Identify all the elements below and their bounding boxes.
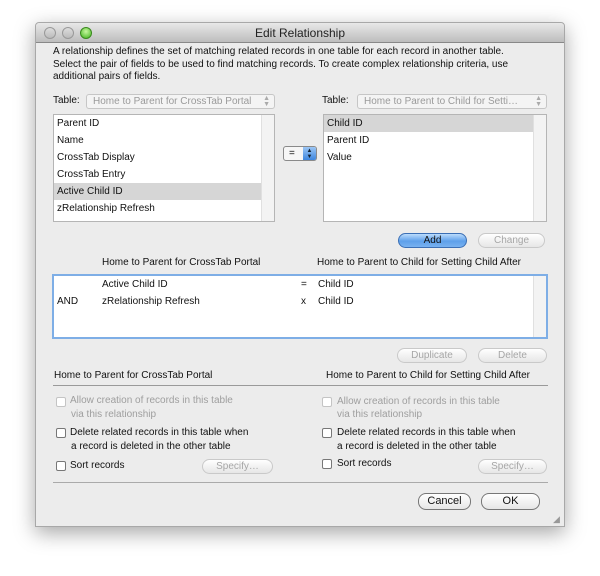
left-table-value: Home to Parent for CrossTab Portal [93,96,252,107]
delete-related-label: Delete related records in this table whe… [337,427,516,438]
cancel-button[interactable]: Cancel [418,493,471,510]
delete-button[interactable]: Delete [478,348,547,363]
scrollbar[interactable] [533,115,546,221]
resize-grip-icon[interactable]: ◢ [553,514,560,525]
window-title: Edit Relationship [254,26,346,40]
description-text: A relationship defines the set of matchi… [53,46,508,84]
right-table-label: Table: [322,95,349,106]
description-line: A relationship defines the set of matchi… [53,46,504,57]
list-item-selected[interactable]: Active Child ID [54,183,261,200]
criteria-row[interactable]: Active Child ID = Child ID [54,277,534,294]
right-field-list[interactable]: Child ID Parent ID Value [323,114,547,222]
operator-popup[interactable]: = ▲ ▼ [283,146,317,161]
criteria-list[interactable]: Active Child ID = Child ID AND zRelation… [52,274,548,339]
right-options-title: Home to Parent to Child for Setting Chil… [326,370,530,381]
sort-records-label: Sort records [337,458,392,469]
list-item[interactable]: zRelationship Refresh [54,200,274,217]
right-table-value: Home to Parent to Child for Setti… [364,96,518,107]
left-field-list[interactable]: Parent ID Name CrossTab Display CrossTab… [53,114,275,222]
scrollbar[interactable] [533,276,546,337]
right-table-popup[interactable]: Home to Parent to Child for Setti… ▲ ▼ [357,94,547,109]
description-line: Select the pair of fields to be used to … [53,58,509,70]
change-button[interactable]: Change [478,233,545,248]
left-options-title: Home to Parent for CrossTab Portal [54,370,213,381]
list-item[interactable]: CrossTab Display [54,149,274,166]
add-button[interactable]: Add [398,233,467,248]
allow-creation-label: via this relationship [337,409,423,420]
ok-button[interactable]: OK [481,493,540,510]
criteria-right-header: Home to Parent to Child for Setting Chil… [317,257,521,268]
criteria-right-field: Child ID [318,279,354,290]
criteria-operator: x [301,296,306,307]
specify-button-left[interactable]: Specify… [202,459,273,474]
allow-creation-label: Allow creation of records in this table [337,396,500,407]
left-table-label: Table: [53,95,80,106]
list-item-selected[interactable]: Child ID [324,115,533,132]
divider [53,482,548,483]
list-item[interactable]: Parent ID [324,132,546,149]
delete-related-label: Delete related records in this table whe… [70,427,249,438]
minimize-button[interactable] [62,27,74,39]
delete-related-checkbox-left[interactable] [56,428,66,438]
updown-arrows-icon: ▲ ▼ [263,95,270,108]
delete-related-label: a record is deleted in the other table [337,441,497,452]
allow-creation-label: via this relationship [71,409,157,420]
list-item[interactable]: Value [324,149,546,166]
sort-records-label: Sort records [70,460,125,471]
specify-button-right[interactable]: Specify… [478,459,547,474]
sort-records-checkbox-right[interactable] [322,459,332,469]
criteria-left-field: zRelationship Refresh [102,296,200,307]
zoom-button[interactable] [80,27,92,39]
criteria-left-header: Home to Parent for CrossTab Portal [102,257,261,268]
delete-related-checkbox-right[interactable] [322,428,332,438]
allow-creation-checkbox-left[interactable] [56,397,66,407]
criteria-row[interactable]: AND zRelationship Refresh x Child ID [54,294,534,311]
criteria-operator: = [301,279,307,290]
list-item[interactable]: CrossTab Entry [54,166,274,183]
delete-related-label: a record is deleted in the other table [71,441,231,452]
sort-records-checkbox-left[interactable] [56,461,66,471]
list-item[interactable]: Parent ID [54,115,274,132]
description-line: additional pairs of fields. [53,71,161,82]
criteria-conjunction: AND [57,296,79,307]
updown-arrows-icon: ▲ ▼ [303,147,316,160]
left-table-popup[interactable]: Home to Parent for CrossTab Portal ▲ ▼ [86,94,275,109]
allow-creation-checkbox-right[interactable] [322,397,332,407]
updown-arrows-icon: ▲ ▼ [535,95,542,108]
criteria-left-field: Active Child ID [102,279,168,290]
list-item[interactable]: Name [54,132,274,149]
close-button[interactable] [44,27,56,39]
criteria-right-field: Child ID [318,296,354,307]
duplicate-button[interactable]: Duplicate [397,348,467,363]
operator-value: = [289,148,295,159]
allow-creation-label: Allow creation of records in this table [70,395,233,406]
title-bar: Edit Relationship [36,23,564,43]
divider [53,385,548,386]
